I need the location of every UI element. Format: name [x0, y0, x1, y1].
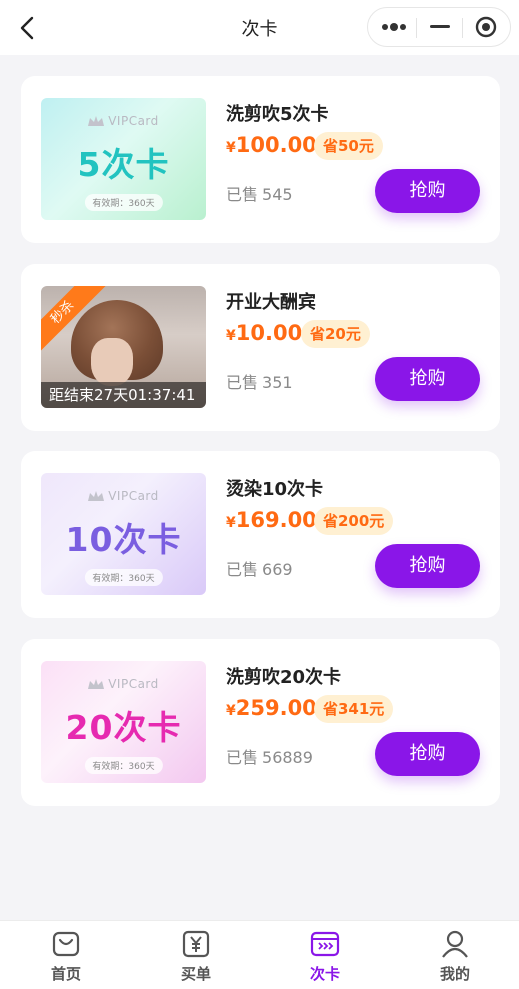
card-icon	[310, 931, 340, 957]
product-price: ¥100.00	[226, 133, 317, 157]
product-thumbnail: VIPCard 10次卡 有效期：360天	[41, 473, 206, 595]
more-button[interactable]	[372, 8, 416, 46]
sold-count: 已售 669	[226, 560, 293, 579]
tab-label: 我的	[439, 965, 470, 983]
crown-icon	[88, 491, 105, 501]
product-price: ¥169.00	[226, 508, 317, 532]
product-card[interactable]: VIPCard 20次卡 有效期：360天 洗剪吹20次卡 ¥259.00 省3…	[21, 639, 500, 806]
product-price: ¥10.00	[226, 321, 303, 345]
tab-mine[interactable]: 我的	[410, 929, 500, 984]
buy-button[interactable]: 抢购	[375, 169, 480, 213]
user-icon	[442, 930, 468, 958]
tab-label: 首页	[50, 965, 81, 983]
card-title: 10次卡	[65, 520, 182, 559]
card-title: 5次卡	[77, 145, 170, 184]
discount-badge: 省20元	[301, 320, 370, 348]
minimize-button[interactable]	[417, 8, 462, 46]
yen-icon	[182, 930, 210, 958]
discount-badge: 省341元	[314, 695, 394, 723]
vip-brand: VIPCard	[41, 114, 206, 128]
crown-icon	[88, 679, 105, 689]
discount-badge: 省50元	[314, 132, 383, 160]
sold-count: 已售 56889	[226, 748, 313, 767]
buy-button[interactable]: 抢购	[375, 357, 480, 401]
product-card[interactable]: VIPCard 5次卡 有效期：360天 洗剪吹5次卡 ¥100.00 省50元…	[21, 76, 500, 243]
product-card[interactable]: 秒杀 距结束27天01:37:41 开业大酬宾 ¥10.00 省20元 已售 35…	[21, 264, 500, 431]
validity-label: 有效期：360天	[84, 194, 163, 211]
crown-icon	[88, 116, 105, 126]
buy-button[interactable]: 抢购	[375, 732, 480, 776]
close-button[interactable]	[463, 8, 509, 46]
model-face	[91, 338, 133, 386]
bag-icon	[52, 931, 80, 957]
product-price: ¥259.00	[226, 696, 317, 720]
minimize-icon	[429, 25, 450, 28]
product-thumbnail: VIPCard 5次卡 有效期：360天	[41, 98, 206, 220]
tab-cards[interactable]: 次卡	[280, 929, 370, 984]
product-name: 洗剪吹20次卡	[226, 667, 342, 688]
product-thumbnail: VIPCard 20次卡 有效期：360天	[41, 661, 206, 783]
validity-label: 有效期：360天	[84, 569, 163, 586]
vip-brand: VIPCard	[41, 677, 206, 691]
tab-home[interactable]: 首页	[21, 929, 111, 984]
mini-program-capsule	[367, 7, 511, 47]
countdown-timer: 距结束27天01:37:41	[41, 382, 206, 408]
buy-button[interactable]: 抢购	[375, 544, 480, 588]
card-title: 20次卡	[65, 708, 182, 747]
sold-count: 已售 545	[226, 185, 293, 204]
validity-label: 有效期：360天	[84, 757, 163, 774]
nav-bar: 次卡	[0, 0, 519, 55]
vip-brand: VIPCard	[41, 489, 206, 503]
tab-pay[interactable]: 买单	[151, 929, 241, 984]
tab-label: 次卡	[309, 965, 340, 983]
tab-bar: 首页 买单 次卡 我的	[0, 920, 519, 989]
more-dots-icon	[382, 23, 406, 31]
product-photo: 秒杀 距结束27天01:37:41	[41, 286, 206, 408]
discount-badge: 省200元	[314, 507, 394, 535]
product-name: 烫染10次卡	[226, 479, 324, 500]
tab-label: 买单	[180, 965, 211, 983]
product-card[interactable]: VIPCard 10次卡 有效期：360天 烫染10次卡 ¥169.00 省20…	[21, 451, 500, 618]
target-icon	[475, 16, 497, 38]
sold-count: 已售 351	[226, 373, 293, 392]
product-name: 开业大酬宾	[226, 292, 316, 313]
product-name: 洗剪吹5次卡	[226, 104, 329, 125]
